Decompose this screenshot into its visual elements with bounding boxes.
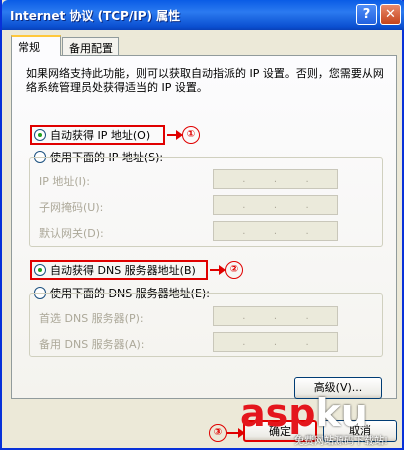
- ip-dot: .: [305, 200, 309, 211]
- default-gateway-input: ...: [213, 221, 338, 241]
- close-button[interactable]: ✕: [380, 4, 401, 25]
- default-gateway-label: 默认网关(D):: [39, 227, 104, 240]
- description-text: 如果网络支持此功能，则可以获取自动指派的 IP 设置。否则，您需要从网络系统管理…: [26, 67, 384, 94]
- watermark-ku: ku: [315, 391, 368, 435]
- preferred-dns-label: 首选 DNS 服务器(P):: [39, 312, 144, 325]
- dialog-window: Internet 协议 (TCP/IP) 属性 ? ✕ 常规 备用配置 如果网络…: [0, 0, 404, 450]
- title-bar[interactable]: Internet 协议 (TCP/IP) 属性 ? ✕: [2, 0, 404, 30]
- tab-alternate-config[interactable]: 备用配置: [62, 37, 119, 55]
- asp-ku-watermark: aspku: [240, 394, 368, 432]
- ip-dot: .: [242, 174, 246, 185]
- ip-dot: .: [273, 226, 278, 237]
- ip-dot: .: [273, 311, 278, 322]
- alternate-dns-input: ...: [213, 332, 338, 352]
- preferred-dns-input: ...: [213, 306, 338, 326]
- subnet-mask-input: ...: [213, 195, 338, 215]
- callout-arrow-3: [227, 428, 245, 438]
- tab-panel-general: 如果网络支持此功能，则可以获取自动指派的 IP 设置。否则，您需要从网络系统管理…: [11, 55, 397, 399]
- window-title: Internet 协议 (TCP/IP) 属性: [10, 9, 181, 23]
- ip-dot: .: [242, 226, 246, 237]
- help-button[interactable]: ?: [356, 4, 377, 25]
- callout-2: ②: [225, 261, 243, 279]
- watermark-subtitle: 免费网站源码下载站!: [294, 436, 389, 447]
- ip-dot: .: [242, 311, 246, 322]
- ip-auto-highlight: [30, 125, 165, 145]
- ip-dot: .: [242, 337, 246, 348]
- ip-dot: .: [273, 200, 278, 211]
- ip-address-label: IP 地址(I):: [39, 175, 90, 188]
- ip-dot: .: [273, 174, 278, 185]
- ip-dot: .: [305, 226, 309, 237]
- watermark-asp: asp: [240, 391, 316, 435]
- dns-auto-highlight: [30, 260, 208, 280]
- ip-dot: .: [273, 337, 278, 348]
- ip-dot: .: [242, 200, 246, 211]
- callout-arrow-2: [210, 265, 226, 275]
- alternate-dns-label: 备用 DNS 服务器(A):: [39, 338, 145, 351]
- ip-dot: .: [305, 174, 309, 185]
- callout-1: ①: [182, 126, 200, 144]
- tab-general[interactable]: 常规: [11, 35, 61, 56]
- ip-dot: .: [305, 337, 309, 348]
- subnet-mask-label: 子网掩码(U):: [39, 201, 104, 214]
- callout-arrow-1: [167, 130, 183, 140]
- ip-dot: .: [305, 311, 309, 322]
- callout-3: ③: [209, 424, 227, 442]
- ip-address-input: ...: [213, 169, 338, 189]
